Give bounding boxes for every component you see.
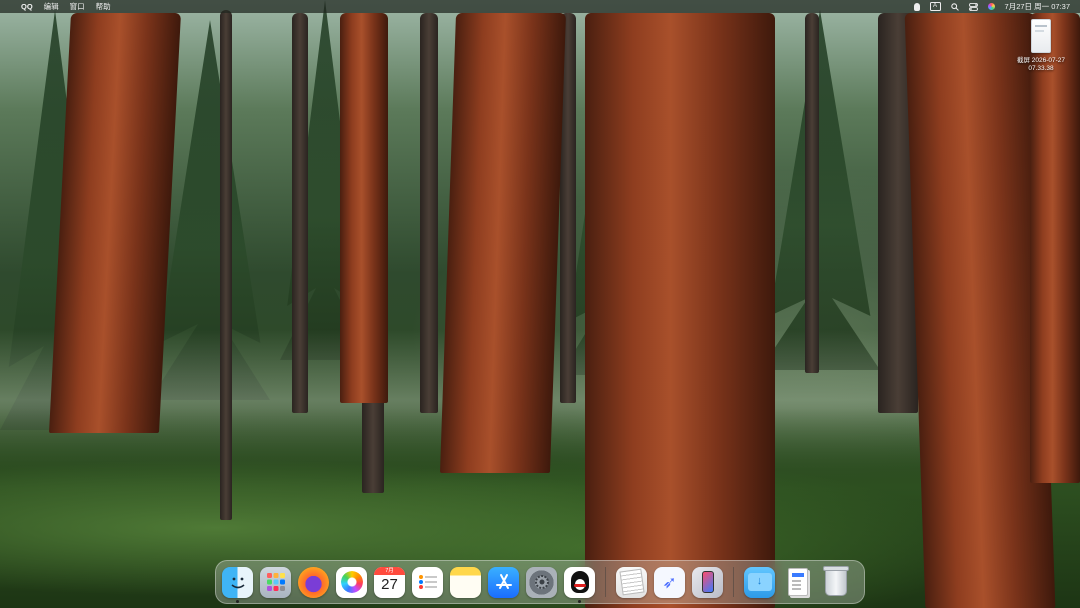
dock-qq-icon[interactable] <box>564 566 595 603</box>
dock-trash-icon[interactable] <box>820 566 851 598</box>
dock-textedit-icon[interactable] <box>616 566 647 598</box>
spotlight-search-icon[interactable] <box>950 0 959 13</box>
dock-iphone-mirroring-icon[interactable] <box>692 566 723 598</box>
input-method-icon[interactable]: A <box>929 0 941 13</box>
dock-photos-icon[interactable] <box>336 566 367 598</box>
menu-clock[interactable]: 7月27日 周一 07:37 <box>1005 0 1070 13</box>
menu-bar: QQ 编辑 窗口 帮助 A 7月27日 周一 07:37 <box>0 0 1080 13</box>
dock-system-settings-icon[interactable] <box>526 566 557 598</box>
dock-app-store-icon[interactable] <box>488 566 519 598</box>
dock-reminders-icon[interactable] <box>412 566 443 598</box>
dock-notes-icon[interactable] <box>450 566 481 598</box>
menu-edit[interactable]: 编辑 <box>44 0 59 13</box>
control-center-icon[interactable] <box>968 0 978 13</box>
qq-status-icon[interactable] <box>913 0 920 13</box>
desktop-file-label: 截屏 2026-07-27 07.33.38 <box>1016 57 1066 72</box>
dock-separator-2 <box>733 567 734 597</box>
dock-firefox-icon[interactable] <box>298 566 329 598</box>
dock-separator <box>605 567 606 597</box>
dock: 7月 27 ➶ <box>215 560 865 604</box>
dock-document-stack-icon[interactable] <box>782 567 813 598</box>
menu-window[interactable]: 窗口 <box>70 0 85 13</box>
menu-help[interactable]: 帮助 <box>96 0 111 13</box>
dock-launchpad-icon[interactable] <box>260 566 291 598</box>
dock-calendar-icon[interactable]: 7月 27 <box>374 566 405 598</box>
siri-icon[interactable] <box>987 0 995 13</box>
dock-finder-icon[interactable] <box>222 566 253 603</box>
app-menu-qq[interactable]: QQ <box>21 0 33 13</box>
dock-rocket-app-icon[interactable]: ➶ <box>654 566 685 598</box>
desktop: QQ 编辑 窗口 帮助 A 7月27日 周一 07:37 截屏 2026-07-… <box>0 0 1080 608</box>
desktop-file-screenshot[interactable]: 截屏 2026-07-27 07.33.38 <box>1010 19 1072 73</box>
screenshot-file-icon[interactable] <box>1031 19 1051 53</box>
dock-downloads-folder-icon[interactable] <box>744 566 775 598</box>
